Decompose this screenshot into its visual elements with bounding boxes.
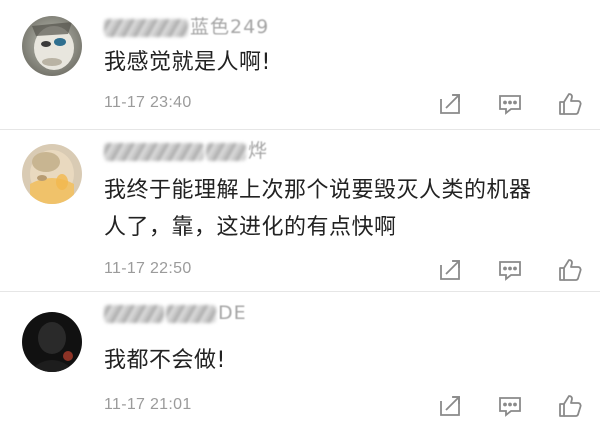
avatar[interactable] <box>22 144 82 204</box>
username[interactable]: DE <box>104 302 247 324</box>
avatar[interactable] <box>22 312 82 372</box>
avatar[interactable] <box>22 16 82 76</box>
username-text: 蓝色249 <box>190 16 270 38</box>
comment-item: 烨 我终于能理解上次那个说要毁灭人类的机器人了，靠，这进化的有点快啊 11-17… <box>0 130 600 292</box>
username-text: DE <box>218 302 247 324</box>
timestamp: 11-17 22:50 <box>104 260 192 277</box>
share-icon[interactable] <box>436 90 464 118</box>
timestamp: 11-17 23:40 <box>104 94 192 111</box>
comment-actions <box>436 256 586 284</box>
comment-actions <box>436 392 586 420</box>
comment-icon[interactable] <box>496 256 524 284</box>
comment-icon[interactable] <box>496 392 524 420</box>
comment-text: 我感觉就是人啊! <box>104 50 271 75</box>
share-icon[interactable] <box>436 256 464 284</box>
comment-text: 我终于能理解上次那个说要毁灭人类的机器人了，靠，这进化的有点快啊 <box>104 178 532 240</box>
comment-actions <box>436 90 586 118</box>
thumbs-up-icon[interactable] <box>556 90 584 118</box>
thumbs-up-icon[interactable] <box>556 256 584 284</box>
comment-icon[interactable] <box>496 90 524 118</box>
username[interactable]: 蓝色249 <box>104 12 269 39</box>
username[interactable]: 烨 <box>104 136 268 163</box>
timestamp: 11-17 21:01 <box>104 396 192 413</box>
comment-text: 我都不会做! <box>104 348 226 373</box>
comment-item: 蓝色249 我感觉就是人啊! 11-17 23:40 <box>0 0 600 130</box>
thumbs-up-icon[interactable] <box>556 392 584 420</box>
share-icon[interactable] <box>436 392 464 420</box>
comment-item: DE 我都不会做! 11-17 21:01 <box>0 292 600 428</box>
username-text: 烨 <box>248 140 269 162</box>
